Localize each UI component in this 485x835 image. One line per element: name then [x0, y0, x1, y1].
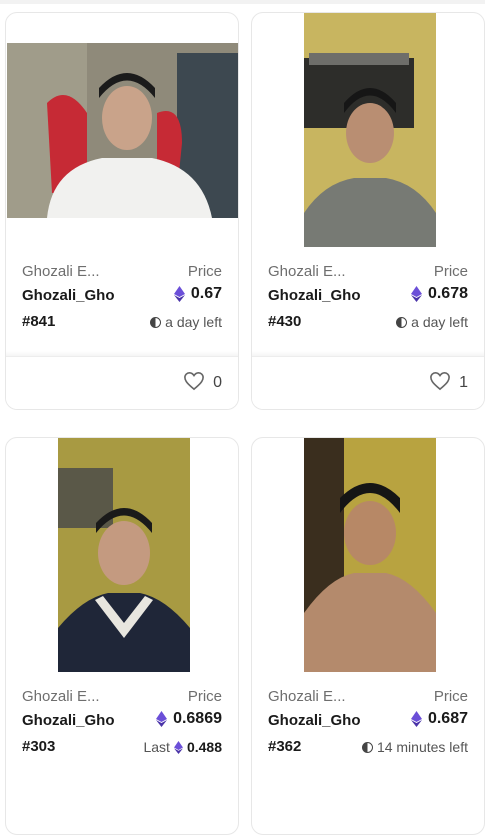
price-value: 0.687 [410, 710, 468, 728]
card-footer: 1 [252, 356, 484, 409]
eth-icon [410, 286, 422, 302]
token-id: #841 [22, 313, 56, 330]
token-id: #362 [268, 738, 302, 755]
card-footer: 0 [6, 356, 238, 409]
nft-card[interactable]: Ghozali E... Price Ghozali_Gho 0.678 #43… [251, 12, 485, 410]
nft-image-area [252, 438, 484, 678]
nft-name[interactable]: Ghozali_Gho [22, 287, 115, 304]
nft-card[interactable]: Ghozali E... Price Ghozali_Gho 0.6869 #3… [5, 437, 239, 835]
collection-name[interactable]: Ghozali E... [22, 688, 100, 705]
time-left-text: a day left [411, 314, 468, 330]
heart-icon[interactable] [183, 371, 205, 396]
time-left-text: a day left [165, 314, 222, 330]
nft-image[interactable] [304, 13, 436, 247]
like-count: 1 [459, 374, 468, 391]
clock-icon [361, 741, 373, 753]
nft-image[interactable] [304, 438, 436, 672]
collection-name[interactable]: Ghozali E... [268, 263, 346, 280]
token-id: #430 [268, 313, 302, 330]
price-value: 0.678 [410, 285, 468, 303]
clock-icon [150, 316, 162, 328]
time-left-text: 14 minutes left [376, 739, 468, 755]
last-sale: Last 0.488 [143, 739, 222, 755]
price-amount: 0.678 [427, 285, 468, 302]
nft-image[interactable] [58, 438, 190, 672]
nft-image-area [6, 438, 238, 678]
price-amount: 0.67 [190, 285, 222, 302]
last-sale-label: Last [143, 739, 170, 755]
time-left: a day left [150, 314, 222, 330]
nft-image-area [6, 13, 238, 253]
price-amount: 0.6869 [173, 710, 222, 727]
nft-name[interactable]: Ghozali_Gho [22, 712, 115, 729]
time-left: 14 minutes left [361, 739, 468, 755]
like-count: 0 [213, 374, 222, 391]
price-label: Price [187, 688, 222, 705]
price-value: 0.6869 [156, 710, 222, 728]
price-amount: 0.687 [427, 710, 468, 727]
heart-icon[interactable] [429, 371, 451, 396]
nft-name[interactable]: Ghozali_Gho [268, 712, 361, 729]
collection-name[interactable]: Ghozali E... [22, 263, 100, 280]
nft-name[interactable]: Ghozali_Gho [268, 287, 361, 304]
top-divider [0, 0, 485, 4]
clock-icon [396, 316, 408, 328]
nft-image-area [252, 13, 484, 253]
nft-card[interactable]: Ghozali E... Price Ghozali_Gho 0.687 #36… [251, 437, 485, 835]
nft-card[interactable]: Ghozali E... Price Ghozali_Gho 0.67 #841… [5, 12, 239, 410]
nft-image[interactable] [7, 43, 238, 218]
price-label: Price [433, 263, 468, 280]
eth-icon [173, 740, 183, 754]
price-label: Price [187, 263, 222, 280]
time-left: a day left [396, 314, 468, 330]
eth-icon [410, 711, 422, 727]
eth-icon [173, 286, 185, 302]
token-id: #303 [22, 738, 56, 755]
price-value: 0.67 [173, 285, 222, 303]
collection-name[interactable]: Ghozali E... [268, 688, 346, 705]
price-label: Price [433, 688, 468, 705]
eth-icon [156, 711, 168, 727]
last-sale-amount: 0.488 [186, 739, 222, 755]
